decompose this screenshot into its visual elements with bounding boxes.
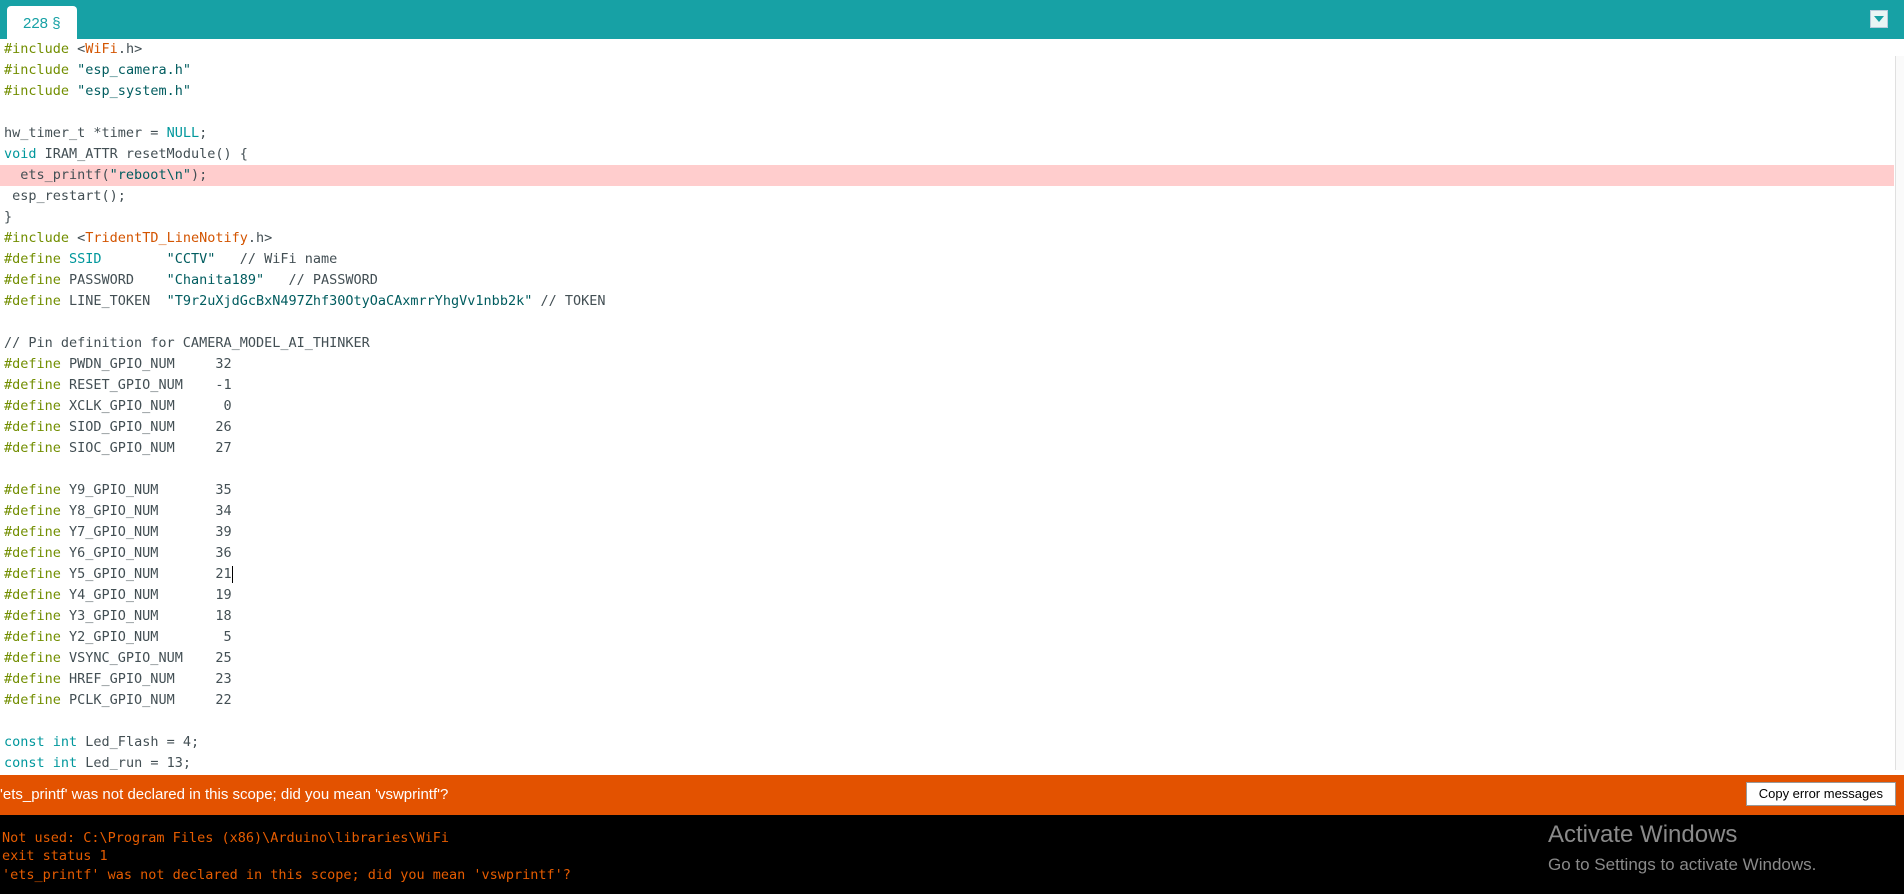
code-line[interactable]: void IRAM_ATTR resetModule() { (0, 144, 1894, 165)
console-line: 'ets_printf' was not declared in this sc… (2, 867, 571, 883)
code-line[interactable]: const int Led_run = 13; (0, 753, 1894, 770)
code-line[interactable]: #define XCLK_GPIO_NUM 0 (0, 396, 1894, 417)
editor-scrollbar[interactable] (1895, 56, 1904, 770)
code-line[interactable]: #include <WiFi.h> (0, 39, 1894, 60)
code-line[interactable]: hw_timer_t *timer = NULL; (0, 123, 1894, 144)
code-line[interactable] (0, 102, 1894, 123)
code-line[interactable]: #define Y7_GPIO_NUM 39 (0, 522, 1894, 543)
code-line[interactable]: #define Y5_GPIO_NUM 21 (0, 564, 1894, 585)
code-line[interactable]: #define VSYNC_GPIO_NUM 25 (0, 648, 1894, 669)
console-output[interactable]: Not used: C:\Program Files (x86)\Arduino… (0, 815, 1904, 894)
copy-error-button[interactable]: Copy error messages (1745, 782, 1896, 806)
tab-sketch[interactable]: 228 § (7, 6, 77, 39)
code-line[interactable] (0, 312, 1894, 333)
code-line[interactable]: ets_printf("reboot\n"); (0, 165, 1894, 186)
tab-menu-chevron-down-icon[interactable] (1870, 10, 1888, 28)
activate-windows-title: Activate Windows (1548, 821, 1738, 848)
activate-windows-subtitle: Go to Settings to activate Windows. (1548, 855, 1817, 874)
error-message: 'ets_printf' was not declared in this sc… (0, 786, 449, 803)
code-line[interactable]: #define LINE_TOKEN "T9r2uXjdGcBxN497Zhf3… (0, 291, 1894, 312)
code-line[interactable]: #define SIOC_GPIO_NUM 27 (0, 438, 1894, 459)
code-line[interactable]: #define RESET_GPIO_NUM -1 (0, 375, 1894, 396)
code-line[interactable]: #define Y2_GPIO_NUM 5 (0, 627, 1894, 648)
code-line[interactable]: #define PCLK_GPIO_NUM 22 (0, 690, 1894, 711)
tab-bar: 228 § (0, 0, 1904, 39)
code-line[interactable]: #define Y8_GPIO_NUM 34 (0, 501, 1894, 522)
code-line[interactable]: #define PWDN_GPIO_NUM 32 (0, 354, 1894, 375)
code-line[interactable] (0, 459, 1894, 480)
text-cursor (231, 565, 233, 583)
console-line: Not used: C:\Program Files (x86)\Arduino… (2, 830, 450, 846)
code-line[interactable]: #define Y3_GPIO_NUM 18 (0, 606, 1894, 627)
code-line[interactable]: #define HREF_GPIO_NUM 23 (0, 669, 1894, 690)
code-line[interactable]: #define SSID "CCTV" // WiFi name (0, 249, 1894, 270)
code-line[interactable]: #define Y6_GPIO_NUM 36 (0, 543, 1894, 564)
code-editor[interactable]: #include <WiFi.h> #include "esp_camera.h"… (0, 39, 1894, 770)
code-line[interactable]: const int Led_Flash = 4; (0, 732, 1894, 753)
error-banner: 'ets_printf' was not declared in this sc… (0, 775, 1904, 815)
code-line[interactable] (0, 711, 1894, 732)
code-line[interactable]: // Pin definition for CAMERA_MODEL_AI_TH… (0, 333, 1894, 354)
code-line[interactable]: #define PASSWORD "Chanita189" // PASSWOR… (0, 270, 1894, 291)
code-line[interactable]: #define Y4_GPIO_NUM 19 (0, 585, 1894, 606)
code-line[interactable]: #define Y9_GPIO_NUM 35 (0, 480, 1894, 501)
code-line[interactable]: #include "esp_system.h" (0, 81, 1894, 102)
code-line[interactable]: esp_restart(); (0, 186, 1894, 207)
console-line: exit status 1 (2, 848, 108, 864)
code-line[interactable]: #include "esp_camera.h" (0, 60, 1894, 81)
code-line[interactable]: } (0, 207, 1894, 228)
code-line[interactable]: #define SIOD_GPIO_NUM 26 (0, 417, 1894, 438)
code-line[interactable]: #include <TridentTD_LineNotify.h> (0, 228, 1894, 249)
